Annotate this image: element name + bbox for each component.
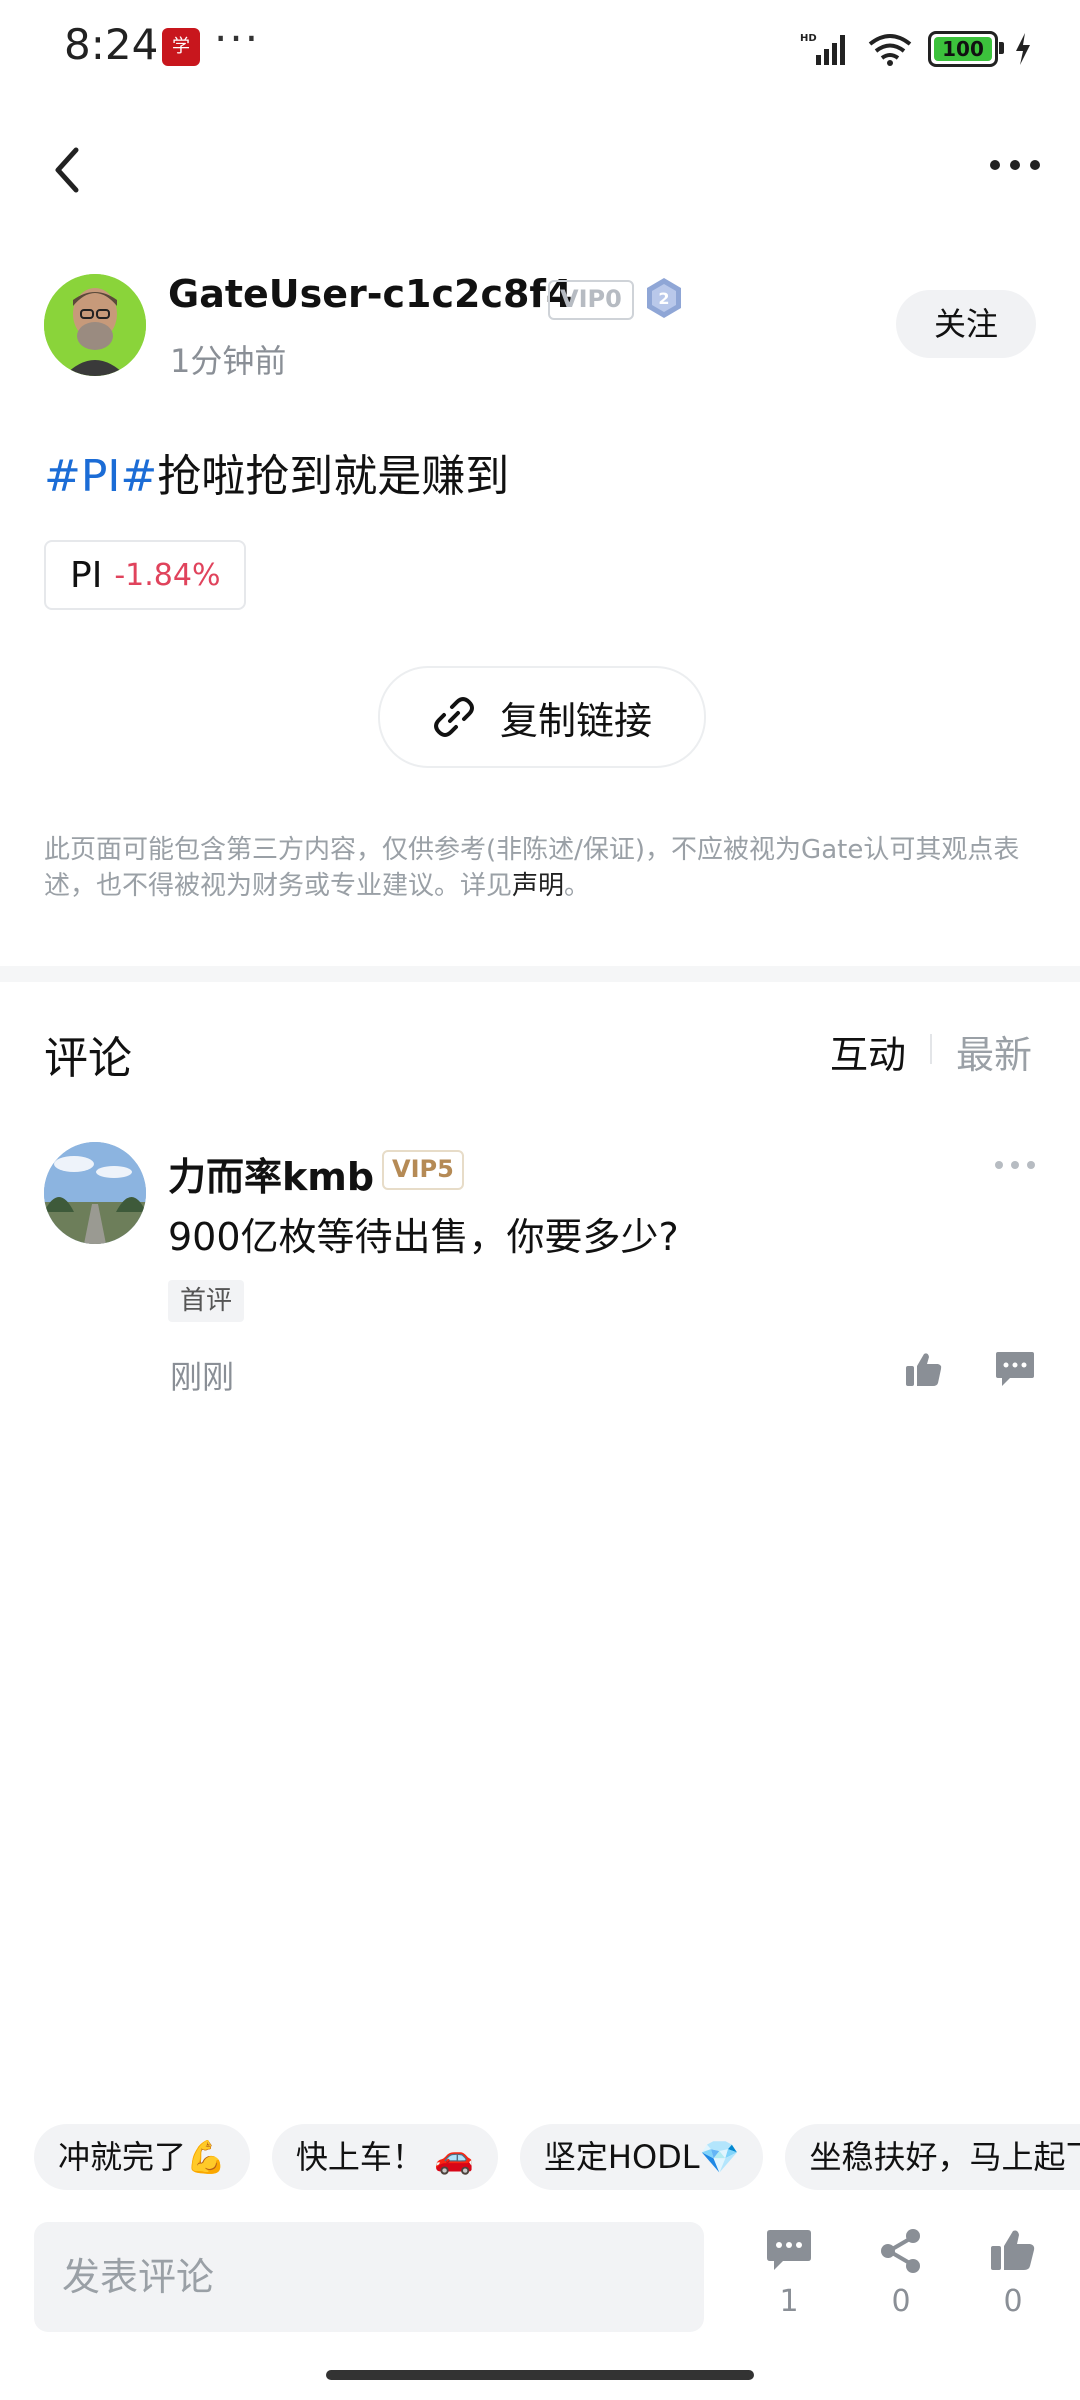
- copy-link-button[interactable]: 复制链接: [378, 666, 706, 768]
- author-avatar[interactable]: [44, 274, 146, 376]
- comment-time: 刚刚: [170, 1358, 235, 1396]
- thumbs-up-icon: [991, 2230, 1035, 2270]
- share-count: 0: [891, 2284, 911, 2319]
- like-count: 0: [1003, 2284, 1023, 2319]
- follow-button[interactable]: 关注: [896, 290, 1036, 358]
- comment-more-icon[interactable]: [994, 1158, 1036, 1172]
- battery-icon: 100: [928, 31, 1004, 67]
- status-more-dots: ···: [214, 14, 261, 63]
- commenter-vip-badge: VIP5: [382, 1150, 464, 1190]
- tab-interact[interactable]: 互动: [830, 1024, 906, 1079]
- comment-input[interactable]: [34, 2222, 704, 2332]
- comments-title: 评论: [44, 1033, 132, 1084]
- back-chevron-icon[interactable]: [48, 140, 88, 200]
- commenter-name[interactable]: 力而率kmb: [168, 1146, 374, 1201]
- post-time: 1分钟前: [170, 342, 287, 380]
- disclaimer-end: 。: [564, 871, 591, 901]
- ticker-change: -1.84%: [114, 557, 221, 593]
- comment-count: 1: [779, 2284, 799, 2319]
- charging-bolt-icon: [1016, 33, 1030, 65]
- comment-text: 900亿枚等待出售，你要多少?: [168, 1215, 679, 1259]
- wifi-icon: [868, 34, 912, 66]
- svg-text:HD: HD: [800, 33, 817, 44]
- reply-bubble-icon[interactable]: [994, 1350, 1036, 1390]
- quick-reply-chip[interactable]: 坐稳扶好，马上起飞: [785, 2124, 1080, 2190]
- commenter-avatar[interactable]: [44, 1142, 146, 1244]
- comment-count-button[interactable]: 1: [744, 2228, 834, 2338]
- disclaimer-link[interactable]: 声明: [512, 871, 564, 901]
- link-icon: [433, 697, 474, 737]
- share-icon: [881, 2229, 920, 2273]
- vip-badge: VIP0: [548, 280, 634, 320]
- tab-separator: [930, 1034, 932, 1064]
- more-horizontal-icon[interactable]: [988, 150, 1042, 180]
- section-divider: [0, 966, 1080, 982]
- like-button[interactable]: 0: [968, 2228, 1058, 2338]
- post-hashtag[interactable]: #PI#: [44, 451, 157, 502]
- level-badge-icon: 2: [644, 276, 684, 320]
- quick-reply-chip[interactable]: 坚定HODL💎: [519, 2124, 764, 2190]
- status-time: 8:24: [64, 20, 159, 69]
- quick-replies: 冲就完了💪 快上车！ 🚗 坚定HODL💎 坐稳扶好，马上起飞: [34, 2124, 1080, 2190]
- level-number: 2: [658, 289, 669, 308]
- quick-reply-chip[interactable]: 快上车！ 🚗: [271, 2124, 498, 2190]
- copy-link-label: 复制链接: [499, 698, 652, 743]
- author-name[interactable]: GateUser-c1c2c8f4: [168, 272, 572, 316]
- share-button[interactable]: 0: [856, 2228, 946, 2338]
- xuexi-app-icon: 学: [162, 28, 200, 66]
- comment-bubble-icon: [767, 2230, 811, 2270]
- disclaimer: 此页面可能包含第三方内容，仅供参考(非陈述/保证)，不应被视为Gate认可其观点…: [44, 832, 1040, 904]
- ticker-name: PI: [70, 554, 103, 596]
- status-bar: 8:24 学 ··· HD 100: [0, 0, 1080, 100]
- home-indicator[interactable]: [326, 2370, 754, 2380]
- quick-reply-chip[interactable]: 冲就完了💪: [34, 2124, 250, 2190]
- tab-latest[interactable]: 最新: [956, 1024, 1032, 1079]
- post-text: 抢啦抢到就是赚到: [157, 451, 510, 502]
- first-comment-tag: 首评: [168, 1280, 245, 1322]
- battery-level: 100: [942, 37, 984, 61]
- status-indicators: HD 100: [800, 28, 1032, 70]
- ticker-chip[interactable]: PI -1.84%: [44, 540, 247, 610]
- post-content: #PI#抢啦抢到就是赚到: [44, 440, 509, 504]
- thumbs-up-icon[interactable]: [904, 1350, 944, 1390]
- signal-icon: HD: [800, 33, 845, 65]
